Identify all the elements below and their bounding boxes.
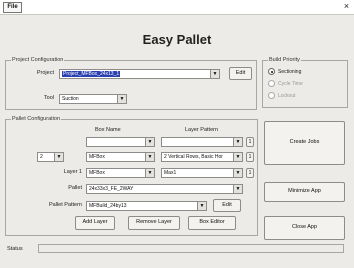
- app-window: File × Easy Pallet Project Configuration…: [0, 0, 354, 268]
- radio-label: Lockout: [278, 92, 296, 99]
- radio-label: Cycle Time: [278, 80, 303, 87]
- radio-button-icon[interactable]: [268, 92, 275, 99]
- title-bar: File ×: [0, 0, 354, 15]
- pallet-select[interactable]: 24x33x3_FE_2WAY ▼: [86, 184, 243, 194]
- box-select-row1[interactable]: ▼: [86, 137, 155, 147]
- radio-button-icon[interactable]: [268, 80, 275, 87]
- project-configuration-group: Project Configuration: [5, 56, 257, 110]
- chevron-down-icon[interactable]: ▼: [117, 95, 126, 103]
- project-select[interactable]: Project_MFBox_24x13_1 ▼: [59, 69, 220, 79]
- radio-sectioning[interactable]: Sectioning: [268, 67, 301, 76]
- chevron-down-icon[interactable]: ▼: [54, 153, 63, 161]
- pattern-select-row3[interactable]: Max1 ▼: [161, 168, 243, 178]
- status-label: Status: [7, 246, 23, 252]
- chevron-down-icon[interactable]: ▼: [197, 202, 206, 210]
- layer-label: Layer 1: [63, 169, 82, 175]
- status-field: [38, 244, 344, 253]
- tool-value: Suction: [62, 96, 79, 102]
- box-name-header: Box Name: [95, 127, 121, 133]
- chevron-down-icon[interactable]: ▼: [233, 169, 242, 177]
- app-title: Easy Pallet: [142, 32, 212, 47]
- layer-stepper-row1[interactable]: 1: [246, 137, 254, 147]
- build-priority-group: Build Priority Sectioning Cycle Time Loc…: [262, 56, 348, 108]
- add-layer-button[interactable]: Add Layer: [75, 216, 115, 230]
- layer-stepper-row2[interactable]: 1: [246, 152, 254, 162]
- chevron-down-icon[interactable]: ▼: [145, 138, 154, 146]
- group-title: Build Priority: [268, 56, 301, 64]
- pallet-pattern-select[interactable]: MFBuild_24by13 ▼: [86, 201, 207, 211]
- remove-layer-button[interactable]: Remove Layer: [128, 216, 180, 230]
- tool-select[interactable]: Suction ▼: [59, 94, 127, 104]
- box-select-row3[interactable]: MFBox ▼: [86, 168, 155, 178]
- project-edit-button[interactable]: Edit: [229, 67, 252, 80]
- project-label: Project: [36, 70, 54, 76]
- pallet-label: Pallet: [68, 185, 82, 191]
- file-menu[interactable]: File: [3, 2, 22, 13]
- radio-lockout[interactable]: Lockout: [268, 91, 296, 100]
- chevron-down-icon[interactable]: ▼: [233, 185, 242, 193]
- create-jobs-button[interactable]: Create Jobs: [264, 121, 345, 165]
- radio-cycle-time[interactable]: Cycle Time: [268, 79, 303, 88]
- radio-label: Sectioning: [278, 68, 302, 75]
- group-title: Project Configuration: [11, 56, 65, 64]
- layer-count-select[interactable]: 2 ▼: [37, 152, 64, 162]
- close-app-button[interactable]: Close App: [264, 216, 345, 240]
- pattern-select-row2[interactable]: 2 Vertical Rows, Basic Hor ▼: [161, 152, 243, 162]
- close-window-icon[interactable]: ×: [342, 1, 351, 12]
- chevron-down-icon[interactable]: ▼: [233, 138, 242, 146]
- layer-pattern-header: Layer Pattern: [185, 127, 219, 133]
- box-select-row2[interactable]: MFBox ▼: [86, 152, 155, 162]
- minimize-app-button[interactable]: Minimize App: [264, 182, 345, 202]
- chevron-down-icon[interactable]: ▼: [233, 153, 242, 161]
- pattern-select-row1[interactable]: ▼: [161, 137, 243, 147]
- chevron-down-icon[interactable]: ▼: [145, 153, 154, 161]
- group-title: Pallet Configuration: [11, 115, 62, 123]
- pallet-pattern-label: Pallet Pattern: [48, 202, 82, 208]
- chevron-down-icon[interactable]: ▼: [210, 70, 219, 78]
- chevron-down-icon[interactable]: ▼: [145, 169, 154, 177]
- layer-stepper-row3[interactable]: 1: [246, 168, 254, 178]
- radio-button-icon[interactable]: [268, 68, 275, 75]
- pallet-pattern-edit-button[interactable]: Edit: [213, 199, 241, 212]
- project-value: Project_MFBox_24x13_1: [62, 71, 121, 77]
- tool-label: Tool: [43, 95, 54, 101]
- box-editor-button[interactable]: Box Editor: [188, 216, 236, 230]
